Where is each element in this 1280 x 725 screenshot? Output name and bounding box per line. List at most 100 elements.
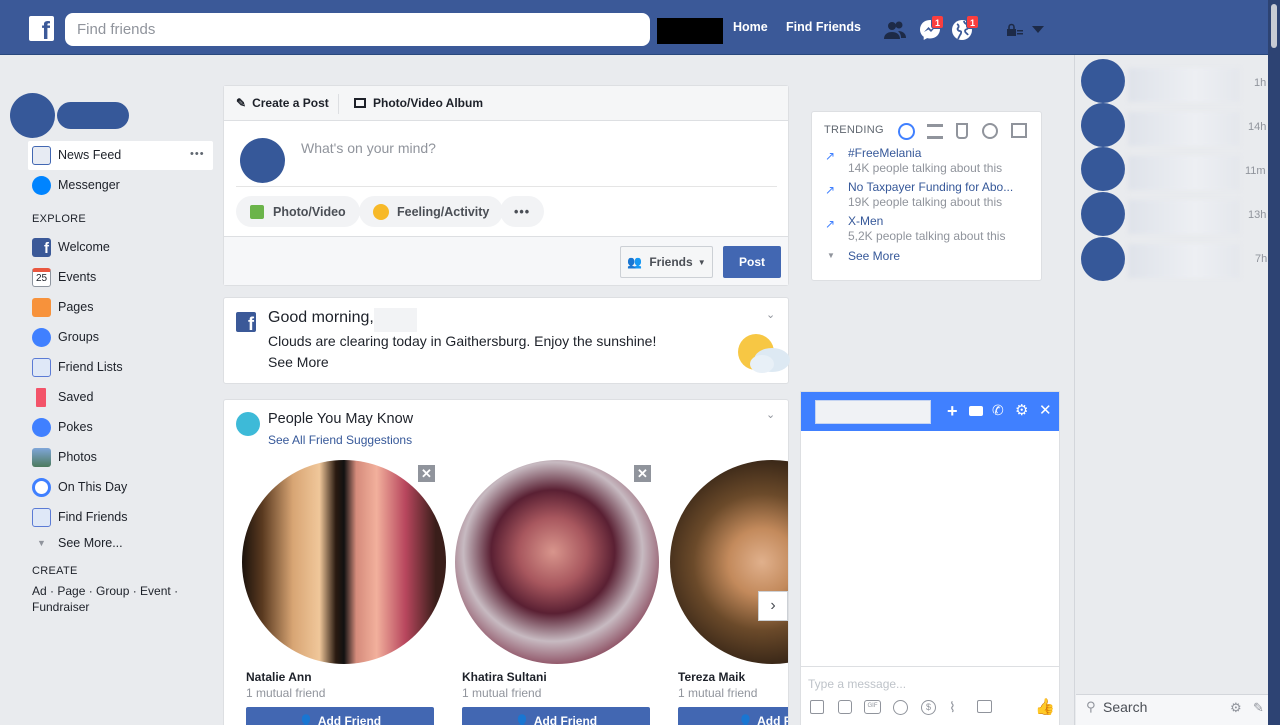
page-scrollbar[interactable] xyxy=(1268,0,1280,725)
create-fundraiser-link[interactable]: Fundraiser xyxy=(32,600,89,614)
sidebar-item-groups[interactable]: Groups xyxy=(32,327,99,347)
sidebar-item-label: On This Day xyxy=(58,480,128,494)
photo-icon[interactable] xyxy=(810,700,824,714)
greeting-title: Good morning, xyxy=(268,309,374,326)
sidebar-item-pokes[interactable]: Pokes xyxy=(32,417,93,437)
sidebar-item-friend-lists[interactable]: Friend Lists xyxy=(32,357,123,377)
trending-see-more-link[interactable]: See More xyxy=(848,249,900,263)
chat-recipient-input[interactable] xyxy=(815,400,931,424)
nav-home-link[interactable]: Home xyxy=(733,20,768,34)
trending-topic-link[interactable]: No Taxpayer Funding for Abo... xyxy=(848,180,1013,194)
add-person-icon[interactable]: + xyxy=(947,401,958,422)
chevron-down-icon[interactable]: ⌄ xyxy=(766,408,775,421)
profile-avatar[interactable] xyxy=(10,93,55,138)
person-photo[interactable] xyxy=(670,460,788,664)
contact-avatar[interactable] xyxy=(1081,237,1125,281)
chevron-down-icon[interactable]: ⌄ xyxy=(766,308,775,321)
new-message-icon[interactable]: ✎ xyxy=(1253,700,1264,716)
person-name[interactable]: Khatira Sultani xyxy=(462,670,547,684)
photo-video-button[interactable]: Photo/Video xyxy=(236,196,360,227)
attachment-icon[interactable]: ⌇ xyxy=(949,699,956,716)
sidebar-item-news-feed[interactable]: News Feed xyxy=(32,145,121,165)
account-menu-chevron-icon[interactable] xyxy=(1032,26,1044,34)
sports-icon[interactable] xyxy=(982,123,998,139)
sidebar-item-saved[interactable]: Saved xyxy=(32,387,93,407)
chevron-down-icon: ▼ xyxy=(827,251,835,260)
contact-name-blurred[interactable] xyxy=(1128,156,1240,190)
trending-topic-link[interactable]: #FreeMelania xyxy=(848,146,921,160)
chat-search-input[interactable]: Search xyxy=(1103,699,1147,715)
contact-name-blurred[interactable] xyxy=(1128,200,1240,234)
sticker-icon[interactable] xyxy=(838,700,852,714)
sidebar-item-on-this-day[interactable]: On This Day xyxy=(32,477,127,497)
entertainment-icon[interactable] xyxy=(1011,123,1027,138)
camera-icon[interactable] xyxy=(977,700,992,713)
sidebar-item-photos[interactable]: Photos xyxy=(32,447,97,467)
greeting-see-more-link[interactable]: See More xyxy=(268,354,329,370)
emoji-icon[interactable] xyxy=(893,700,908,715)
sidebar-see-more[interactable]: ▼ See More... xyxy=(32,533,123,553)
profile-name-redacted[interactable] xyxy=(657,18,723,44)
scrollbar-thumb[interactable] xyxy=(1271,4,1277,48)
gear-icon[interactable]: ⚙ xyxy=(1230,700,1242,716)
sidebar-item-find-friends[interactable]: Find Friends xyxy=(32,507,127,527)
like-thumb-icon[interactable]: 👍 xyxy=(1035,697,1055,717)
search-input[interactable] xyxy=(65,13,650,46)
mutual-friends[interactable]: 1 mutual friend xyxy=(678,686,757,700)
tab-create-post[interactable]: ✎ Create a Post xyxy=(236,96,329,110)
chat-message-input[interactable]: Type a message... xyxy=(808,677,906,691)
science-icon[interactable] xyxy=(956,123,968,139)
audience-selector[interactable]: 👥 Friends ▼ xyxy=(620,246,713,278)
payment-icon[interactable]: $ xyxy=(921,700,936,715)
tab-photo-video-album[interactable]: Photo/Video Album xyxy=(354,96,483,110)
create-links[interactable]: Ad · Page · Group · Event · xyxy=(32,584,178,598)
mutual-friends[interactable]: 1 mutual friend xyxy=(462,686,541,700)
friend-lists-icon xyxy=(32,357,51,377)
see-all-suggestions-link[interactable]: See All Friend Suggestions xyxy=(268,433,412,447)
add-friend-button[interactable]: 👤 Add Friend xyxy=(246,707,434,725)
news-feed-options-button[interactable]: ••• xyxy=(190,148,205,160)
phone-icon[interactable]: ✆ xyxy=(992,402,1004,419)
add-friend-button[interactable]: 👤 Add Friend xyxy=(462,707,650,725)
trending-topic-link[interactable]: X-Men xyxy=(848,214,883,228)
feeling-activity-button[interactable]: Feeling/Activity xyxy=(359,196,504,227)
next-arrow-button[interactable]: › xyxy=(758,591,788,621)
sidebar-item-messenger[interactable]: Messenger xyxy=(32,175,120,195)
composer-more-button[interactable]: ••• xyxy=(500,196,544,227)
nav-find-friends-link[interactable]: Find Friends xyxy=(786,20,861,34)
person-photo[interactable] xyxy=(455,460,659,664)
sidebar-item-events[interactable]: 25 Events xyxy=(32,267,96,287)
politics-icon[interactable] xyxy=(927,124,943,139)
mutual-friends[interactable]: 1 mutual friend xyxy=(246,686,325,700)
trending-top-icon[interactable] xyxy=(898,123,915,140)
clock-history-icon xyxy=(32,477,51,497)
contact-name-blurred[interactable] xyxy=(1128,244,1240,278)
add-friend-button[interactable]: 👤Add Frie xyxy=(678,707,788,725)
person-name[interactable]: Natalie Ann xyxy=(246,670,312,684)
sidebar-item-welcome[interactable]: f Welcome xyxy=(32,237,110,257)
composer-input[interactable]: What's on your mind? xyxy=(301,140,436,156)
person-name[interactable]: Tereza Maik xyxy=(678,670,745,684)
privacy-shortcuts-icon[interactable] xyxy=(1006,23,1024,37)
friend-requests-icon[interactable] xyxy=(883,18,907,42)
contact-avatar[interactable] xyxy=(1081,103,1125,147)
video-call-icon[interactable] xyxy=(969,406,983,416)
gear-icon[interactable]: ⚙ xyxy=(1015,401,1028,419)
messages-badge: 1 xyxy=(931,15,945,29)
contact-avatar[interactable] xyxy=(1081,147,1125,191)
post-button[interactable]: Post xyxy=(723,246,781,278)
facebook-logo-icon[interactable]: f xyxy=(29,16,54,41)
remove-suggestion-button[interactable]: ✕ xyxy=(634,465,651,482)
contact-name-blurred[interactable] xyxy=(1128,68,1240,102)
create-heading: CREATE xyxy=(32,565,78,577)
person-photo[interactable] xyxy=(242,460,446,664)
profile-name-redacted-pill[interactable] xyxy=(57,102,129,129)
contact-avatar[interactable] xyxy=(1081,192,1125,236)
gif-icon[interactable]: GIF xyxy=(864,700,881,714)
sidebar-item-pages[interactable]: Pages xyxy=(32,297,93,317)
contact-avatar[interactable] xyxy=(1081,59,1125,103)
smiley-icon xyxy=(373,203,389,220)
contact-name-blurred[interactable] xyxy=(1128,112,1240,146)
close-icon[interactable]: ✕ xyxy=(1039,401,1052,419)
remove-suggestion-button[interactable]: ✕ xyxy=(418,465,435,482)
